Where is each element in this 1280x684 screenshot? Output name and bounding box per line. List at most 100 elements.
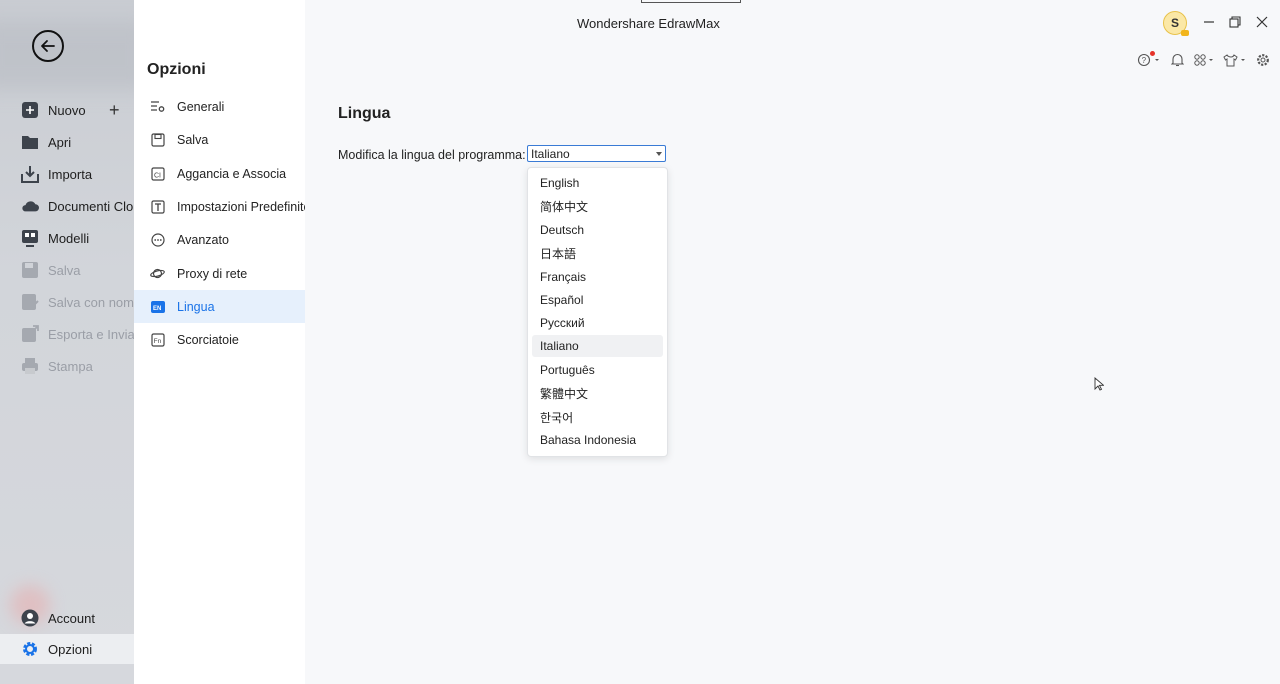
language-option[interactable]: Español [532, 289, 663, 311]
help-button[interactable]: ? [1136, 52, 1160, 68]
option-label: Scorciatoie [177, 332, 239, 347]
restore-button[interactable] [1227, 14, 1243, 30]
language-option[interactable]: Português [532, 359, 663, 381]
option-save[interactable]: Salva [134, 123, 305, 156]
help-icon: ? [1137, 53, 1159, 67]
close-icon [1256, 16, 1268, 28]
nav-item-options[interactable]: Opzioni [0, 634, 134, 664]
language-option[interactable]: 日本語 [532, 242, 663, 264]
close-button[interactable] [1254, 14, 1270, 30]
chevron-down-icon [656, 152, 662, 156]
nav-item-export: Esporta e Invia [0, 319, 134, 349]
avatar[interactable]: S [1163, 11, 1189, 36]
option-snap[interactable]: CI Aggancia e Associa [134, 157, 305, 190]
text-default-icon [150, 199, 165, 214]
folder-icon [21, 133, 39, 151]
theme-button[interactable] [1222, 52, 1248, 68]
nav-item-label: Nuovo [48, 102, 86, 118]
option-proxy[interactable]: Proxy di rete [134, 257, 305, 290]
cloud-icon [21, 197, 39, 215]
settings-content [305, 0, 1280, 684]
shirt-icon [1223, 53, 1245, 66]
language-option[interactable]: 简体中文 [532, 195, 663, 217]
option-label: Lingua [177, 299, 215, 314]
save-icon [21, 261, 39, 279]
language-icon: EN [150, 299, 165, 314]
advanced-icon [150, 232, 165, 247]
snap-icon: CI [150, 166, 165, 181]
templates-icon [21, 229, 39, 247]
nav-item-label: Account [48, 610, 95, 626]
nav-item-save-as: Salva con nome [0, 287, 134, 317]
option-label: Proxy di rete [177, 266, 248, 281]
language-option[interactable]: 繁體中文 [532, 382, 663, 404]
language-option[interactable]: English [532, 172, 663, 194]
window-title: Wondershare EdrawMax [577, 16, 720, 31]
new-file-icon [21, 101, 39, 119]
nav-item-label: Apri [48, 134, 72, 150]
save-as-icon [21, 293, 39, 311]
notifications-button[interactable] [1169, 52, 1185, 68]
svg-text:CI: CI [154, 172, 161, 179]
nav-item-save: Salva [0, 255, 134, 285]
option-shortcuts[interactable]: Fn Scorciatoie [134, 323, 305, 356]
plus-icon[interactable]: + [109, 100, 120, 121]
settings-button[interactable] [1255, 52, 1271, 68]
apps-button[interactable] [1193, 52, 1217, 68]
nav-item-account[interactable]: Account [0, 603, 134, 633]
language-select[interactable]: Italiano [527, 145, 666, 162]
general-settings-icon [150, 99, 165, 114]
option-label: Salva [177, 132, 209, 147]
nav-item-label: Salva [48, 262, 81, 278]
account-icon [21, 609, 39, 627]
window-drag-handle[interactable] [641, 0, 741, 3]
nav-item-open[interactable]: Apri [0, 127, 134, 157]
option-label: Generali [177, 99, 225, 114]
language-option[interactable]: Bahasa Indonesia [532, 429, 663, 451]
nav-item-label: Esporta e Invia [48, 326, 134, 342]
option-general[interactable]: Generali [134, 90, 305, 123]
nav-item-label: Importa [48, 166, 93, 182]
section-title: Lingua [338, 105, 391, 122]
nav-item-label: Modelli [48, 230, 90, 246]
avatar-letter: S [1170, 16, 1179, 30]
svg-text:Fn: Fn [153, 338, 161, 345]
language-option-selected[interactable]: Italiano [532, 335, 663, 357]
language-option[interactable]: Русский [532, 312, 663, 334]
nav-item-import[interactable]: Importa [0, 159, 134, 189]
nav-item-label: Opzioni [48, 641, 93, 657]
export-icon [21, 325, 39, 343]
nav-item-new[interactable]: Nuovo + [0, 95, 134, 125]
save-icon [150, 132, 165, 147]
minimize-button[interactable] [1201, 14, 1217, 30]
nav-item-templates[interactable]: Modelli [0, 223, 134, 253]
app-sidebar: Nuovo + Apri Importa Documenti Cloud Mod… [0, 0, 134, 684]
option-label: Impostazioni Predefinite [177, 199, 311, 214]
language-option[interactable]: Deutsch [532, 219, 663, 241]
crown-icon [1181, 30, 1189, 36]
option-label: Aggancia e Associa [177, 166, 287, 181]
option-label: Avanzato [177, 232, 229, 247]
nav-item-cloud[interactable]: Documenti Cloud [0, 191, 134, 221]
notification-dot [1150, 51, 1155, 56]
language-option[interactable]: 한국어 [532, 406, 663, 428]
mouse-cursor-icon [1094, 377, 1104, 391]
option-language[interactable]: EN Lingua [134, 290, 305, 323]
language-select-value: Italiano [531, 146, 570, 161]
arrow-left-icon [41, 40, 55, 52]
option-advanced[interactable]: Avanzato [134, 223, 305, 256]
language-dropdown: English 简体中文 Deutsch 日本語 Français Españo… [527, 167, 668, 457]
bell-icon [1170, 53, 1184, 67]
nav-item-label: Stampa [48, 358, 93, 374]
restore-icon [1229, 16, 1241, 28]
language-field-label: Modifica la lingua del programma: [338, 148, 526, 162]
import-icon [21, 165, 39, 183]
language-option[interactable]: Français [532, 266, 663, 288]
shortcut-icon: Fn [150, 332, 165, 347]
svg-text:?: ? [1142, 56, 1147, 65]
back-button[interactable] [32, 30, 64, 62]
option-defaults[interactable]: Impostazioni Predefinite [134, 190, 310, 223]
apps-grid-icon [1194, 54, 1213, 66]
options-title: Opzioni [147, 61, 206, 78]
svg-text:EN: EN [153, 305, 161, 311]
